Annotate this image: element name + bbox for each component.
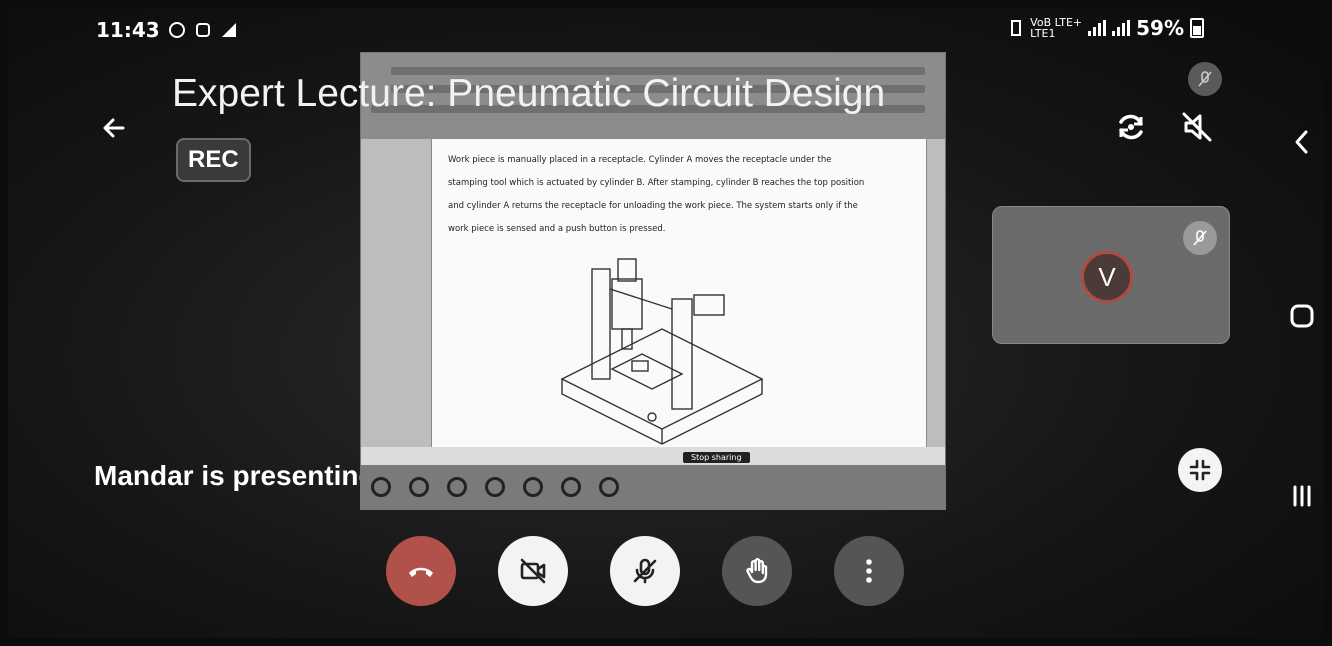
- status-bar: 11:43 VoB LTE+ LTE1 59%: [8, 8, 1324, 48]
- mic-toggle-button[interactable]: [610, 536, 680, 606]
- meeting-title: Expert Lecture: Pneumatic Circuit Design: [172, 72, 886, 115]
- participant-mic-off-indicator: [1183, 221, 1217, 255]
- home-icon: [1290, 304, 1314, 328]
- status-time-group: 11:43: [96, 18, 238, 42]
- screen-record-icon: [195, 23, 210, 37]
- end-call-button[interactable]: [386, 536, 456, 606]
- nav-home-button[interactable]: [1284, 298, 1320, 334]
- phone-hangup-icon: [409, 567, 433, 577]
- presenter-mic-off-indicator: [1188, 62, 1222, 96]
- whatsapp-icon: [168, 22, 185, 38]
- recents-icon: [1293, 485, 1311, 507]
- document-page: Work piece is manually placed in a recep…: [431, 139, 927, 465]
- flip-camera-icon: [1119, 114, 1143, 140]
- app-icon: [485, 477, 505, 497]
- wifi-signal-icon: [221, 23, 236, 37]
- document-paragraph: Work piece is manually placed in a recep…: [448, 155, 865, 234]
- camera-toggle-button[interactable]: [498, 536, 568, 606]
- meet-call-screen: 11:43 VoB LTE+ LTE1 59% Expert Lecture: …: [8, 8, 1324, 638]
- more-vertical-icon: [866, 559, 872, 583]
- battery-percent: 59%: [1136, 16, 1184, 40]
- hand-icon: [746, 558, 768, 584]
- taskbar: [361, 465, 945, 509]
- app-icon: [561, 477, 581, 497]
- shared-screen[interactable]: Work piece is manually placed in a recep…: [360, 52, 946, 510]
- mic-off-icon: [1193, 230, 1207, 246]
- nav-recents-button[interactable]: [1284, 478, 1320, 514]
- speaker-off-icon: [1182, 112, 1212, 142]
- app-icon: [599, 477, 619, 497]
- document-area: Work piece is manually placed in a recep…: [361, 139, 945, 465]
- clock: 11:43: [96, 18, 160, 42]
- network-label-bottom: LTE1: [1030, 27, 1056, 40]
- signal-bars-icon: [1088, 20, 1107, 36]
- mic-off-icon: [1198, 71, 1212, 87]
- flip-camera-button[interactable]: [1106, 102, 1156, 152]
- vibrate-icon: [1011, 20, 1022, 36]
- status-indicators: VoB LTE+ LTE1 59%: [1008, 16, 1204, 40]
- battery-icon: [1190, 18, 1204, 38]
- browser-icon: [447, 477, 467, 497]
- back-button[interactable]: [94, 108, 134, 148]
- signal-bars-icon-2: [1112, 20, 1131, 36]
- speaker-mute-button[interactable]: [1172, 102, 1222, 152]
- document-status-bar: [361, 447, 945, 465]
- layout-button[interactable]: [1178, 448, 1222, 492]
- mic-off-icon: [633, 558, 657, 584]
- folder-icon: [409, 477, 429, 497]
- call-controls: [386, 536, 904, 606]
- arrow-left-icon: [103, 118, 125, 138]
- chevron-left-icon: [1295, 130, 1308, 154]
- presenting-label: Mandar is presenting: [94, 460, 376, 491]
- network-type-label: VoB LTE+ LTE1: [1030, 17, 1082, 39]
- recording-badge: REC: [176, 138, 251, 182]
- app-icon: [523, 477, 543, 497]
- avatar: V: [1081, 251, 1133, 303]
- start-icon: [371, 477, 391, 497]
- stamping-machine-figure: [560, 258, 764, 445]
- stop-sharing-button[interactable]: Stop sharing: [683, 452, 750, 463]
- camera-off-icon: [520, 558, 546, 584]
- raise-hand-button[interactable]: [722, 536, 792, 606]
- nav-back-button[interactable]: [1284, 124, 1320, 160]
- more-options-button[interactable]: [834, 536, 904, 606]
- layout-collapse-icon: [1189, 459, 1211, 481]
- participant-tile[interactable]: V: [992, 206, 1230, 344]
